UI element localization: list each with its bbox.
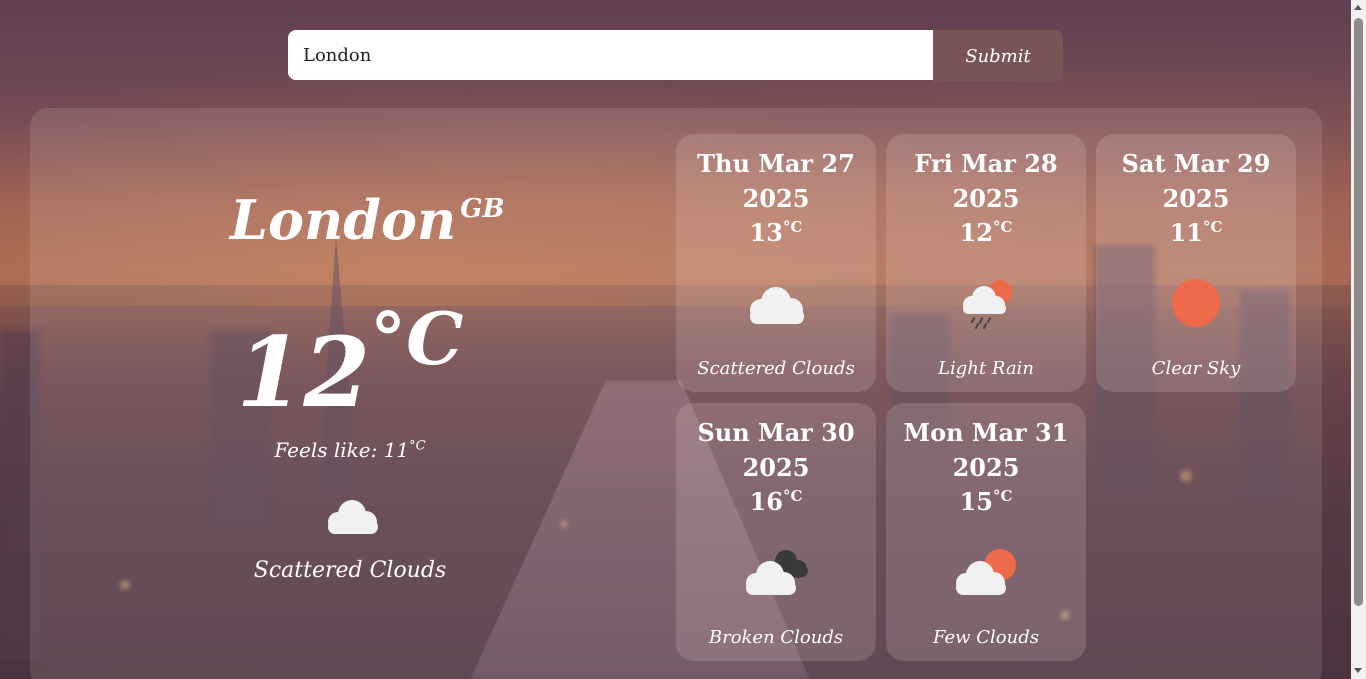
forecast-temp-unit: °C: [992, 218, 1013, 236]
forecast-date: Thu Mar 27 2025: [676, 146, 876, 216]
forecast-temp-value: 11: [1169, 218, 1203, 247]
rain-cloud-sun-icon: [963, 280, 1012, 329]
forecast-description: Scattered Clouds: [697, 358, 855, 379]
broken-clouds-icon: [746, 550, 808, 595]
forecast-card: Mon Mar 31 2025 15°C Few Clouds: [886, 403, 1086, 661]
forecast-temp: 11°C: [1096, 218, 1296, 247]
forecast-temp-value: 15: [959, 487, 993, 516]
cloud-icon: [328, 500, 378, 534]
temp-value: 12: [236, 316, 371, 429]
forecast-date: Fri Mar 28 2025: [886, 146, 1086, 216]
cloud-icon: [750, 287, 804, 324]
feels-like-unit: °C: [409, 438, 426, 454]
forecast-temp-unit: °C: [992, 487, 1013, 505]
forecast-temp: 12°C: [886, 218, 1086, 247]
forecast-temp-unit: °C: [782, 487, 803, 505]
forecast-temp-unit: °C: [1202, 218, 1223, 236]
few-clouds-icon: [956, 549, 1016, 595]
country-code: GB: [460, 194, 505, 224]
sun-icon: [1172, 279, 1220, 327]
temp-unit: °C: [370, 296, 464, 381]
forecast-temp-unit: °C: [782, 218, 803, 236]
forecast-temp-value: 16: [749, 487, 783, 516]
forecast-day: Sun Mar 30: [697, 418, 855, 447]
forecast-temp-value: 13: [749, 218, 783, 247]
forecast-temp: 13°C: [676, 218, 876, 247]
weather-panel: London GB 12°C Feels like: 11°C Scattered…: [30, 108, 1322, 679]
scroll-up-arrow-icon[interactable]: [1351, 0, 1366, 16]
forecast-temp-value: 12: [959, 218, 993, 247]
forecast-day: Fri Mar 28: [914, 149, 1058, 178]
forecast-year: 2025: [952, 184, 1020, 213]
vertical-scrollbar[interactable]: [1351, 0, 1366, 679]
forecast-year: 2025: [1162, 184, 1230, 213]
forecast-description: Light Rain: [938, 358, 1034, 379]
forecast-date: Sat Mar 29 2025: [1096, 146, 1296, 216]
forecast-description: Few Clouds: [932, 627, 1039, 648]
city-label: London: [230, 188, 457, 252]
scroll-thumb[interactable]: [1354, 18, 1363, 606]
current-description: Scattered Clouds: [253, 558, 447, 583]
city-search-input[interactable]: [288, 30, 933, 80]
forecast-date: Sun Mar 30 2025: [676, 415, 876, 485]
forecast-day: Sat Mar 29: [1121, 149, 1271, 178]
forecast-card: Sat Mar 29 2025 11°C Clear Sky: [1096, 134, 1296, 392]
forecast-card: Fri Mar 28 2025 12°C Light Rain: [886, 134, 1086, 392]
forecast-year: 2025: [742, 453, 810, 482]
forecast-temp: 15°C: [886, 487, 1086, 516]
forecast-description: Broken Clouds: [708, 627, 844, 648]
scroll-down-arrow-icon[interactable]: [1351, 663, 1366, 679]
feels-like: Feels like: 11°C: [230, 438, 470, 462]
feels-like-label: Feels like: 11: [274, 438, 410, 462]
forecast-day: Thu Mar 27: [697, 149, 855, 178]
forecast-card: Thu Mar 27 2025 13°C Scattered Clouds: [676, 134, 876, 392]
forecast-day: Mon Mar 31: [903, 418, 1069, 447]
submit-button[interactable]: Submit: [933, 30, 1063, 82]
search-bar: Submit: [288, 30, 1063, 82]
city-name: London GB: [230, 188, 504, 252]
forecast-date: Mon Mar 31 2025: [886, 415, 1086, 485]
forecast-year: 2025: [742, 184, 810, 213]
forecast-description: Clear Sky: [1151, 358, 1241, 379]
forecast-temp: 16°C: [676, 487, 876, 516]
current-temperature: 12°C: [230, 296, 470, 429]
forecast-card: Sun Mar 30 2025 16°C Broken Clouds: [676, 403, 876, 661]
forecast-year: 2025: [952, 453, 1020, 482]
